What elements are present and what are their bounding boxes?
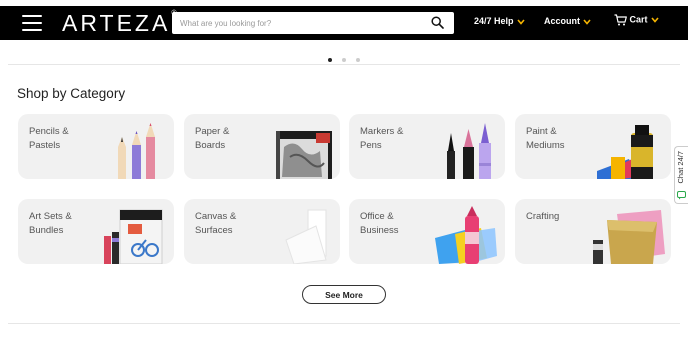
- category-label: Canvas & Surfaces: [195, 211, 237, 236]
- art-set-icon: [104, 209, 163, 264]
- see-more-button[interactable]: See More: [302, 285, 386, 304]
- chat-tab[interactable]: Chat 24/7: [674, 146, 688, 204]
- chevron-down-icon: [650, 17, 659, 23]
- help-menu[interactable]: 24/7 Help: [474, 16, 525, 26]
- canvas-panels-icon: [285, 209, 327, 264]
- account-menu[interactable]: Account: [544, 16, 591, 26]
- divider: [8, 323, 680, 324]
- section-title: Shop by Category: [17, 86, 126, 101]
- cart-icon: [614, 14, 627, 26]
- search-icon[interactable]: [431, 16, 444, 29]
- top-navigation-bar: ARTEZA® 24/7 Help Account Cart: [0, 0, 688, 40]
- colored-pencils-icon: [118, 123, 155, 179]
- category-card-pencils-pastels[interactable]: Pencils & Pastels: [18, 114, 174, 179]
- cart-label: Cart: [629, 14, 648, 25]
- chat-bubble-icon: [677, 191, 686, 200]
- highlighter-notes-icon: [435, 206, 497, 264]
- category-label: Paper & Boards: [195, 126, 230, 151]
- help-label: 24/7 Help: [474, 16, 514, 26]
- account-label: Account: [544, 16, 580, 26]
- sketchbook-icon: [276, 131, 332, 179]
- category-label: Markers & Pens: [360, 126, 404, 151]
- category-card-art-sets-bundles[interactable]: Art Sets & Bundles: [18, 199, 174, 264]
- chevron-down-icon: [516, 19, 525, 25]
- category-card-paint-mediums[interactable]: Paint & Mediums: [515, 114, 671, 179]
- arteza-logo[interactable]: ARTEZA®: [62, 10, 177, 37]
- category-card-markers-pens[interactable]: Markers & Pens: [349, 114, 505, 179]
- search-bar: [172, 12, 454, 34]
- markers-icon: [447, 123, 491, 179]
- menu-icon[interactable]: [22, 15, 42, 31]
- cart-menu[interactable]: Cart: [614, 14, 659, 26]
- search-input[interactable]: [172, 12, 417, 34]
- carousel-dot[interactable]: [342, 58, 346, 62]
- category-label: Pencils & Pastels: [29, 126, 69, 151]
- category-card-office-business[interactable]: Office & Business: [349, 199, 505, 264]
- category-card-crafting[interactable]: Crafting: [515, 199, 671, 264]
- divider: [8, 64, 680, 65]
- crafting-paper-icon: [593, 210, 665, 264]
- category-card-paper-boards[interactable]: Paper & Boards: [184, 114, 340, 179]
- carousel-dot[interactable]: [328, 58, 332, 62]
- category-card-canvas-surfaces[interactable]: Canvas & Surfaces: [184, 199, 340, 264]
- paint-tube-icon: [597, 125, 653, 179]
- carousel-dot[interactable]: [356, 58, 360, 62]
- chevron-down-icon: [583, 19, 591, 25]
- chat-label: Chat 24/7: [676, 151, 685, 184]
